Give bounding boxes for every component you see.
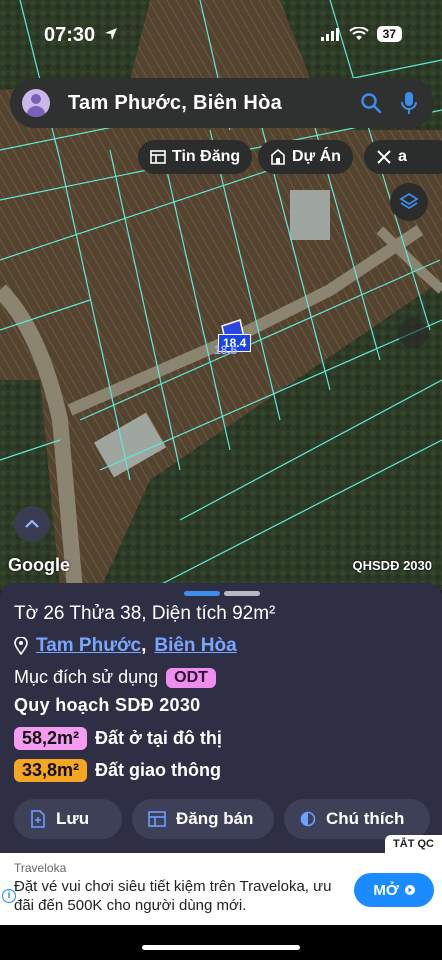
layers-icon	[399, 192, 419, 210]
layers-button[interactable]	[390, 183, 428, 221]
land-use-area-badge: 58,2m²	[14, 727, 88, 750]
parcel-location: Tam Phước, Biên Hòa	[14, 635, 237, 657]
save-label: Lưu	[56, 809, 90, 828]
tools-chip[interactable]: a	[364, 140, 442, 174]
add-file-icon	[31, 810, 45, 828]
location-arrow-icon	[105, 28, 117, 40]
tools-label: a	[398, 148, 407, 165]
close-ad-button[interactable]: TẮT QC	[385, 835, 442, 853]
listing-icon	[148, 811, 166, 827]
building-icon	[271, 149, 285, 165]
du-an-chip[interactable]: Dự Án	[258, 140, 353, 174]
ad-brand: Traveloka	[14, 861, 67, 875]
map-layer-label: QHSDĐ 2030	[352, 558, 432, 573]
du-an-label: Dự Án	[292, 148, 341, 165]
city-link[interactable]: Biên Hòa	[154, 635, 236, 657]
land-use-area-badge: 33,8m²	[14, 759, 88, 782]
listing-icon	[150, 150, 166, 164]
map-view[interactable]: 07:30 37 Tam Phước, Biên Hòa Tin Đăng Dự…	[0, 0, 442, 590]
save-button[interactable]: Lưu	[14, 799, 122, 839]
tin-dang-label: Tin Đăng	[172, 148, 241, 165]
avatar[interactable]	[22, 89, 50, 117]
expand-up-button[interactable]	[14, 506, 50, 542]
ad-banner[interactable]: i Traveloka Đặt vé vui chơi siêu tiết ki…	[0, 853, 442, 925]
legend-button[interactable]: Chú thích	[284, 799, 430, 839]
sheet-handle[interactable]	[184, 591, 260, 597]
google-logo: Google	[8, 555, 70, 575]
ward-link[interactable]: Tam Phước	[36, 635, 141, 656]
signal-icon	[320, 28, 339, 41]
location-separator: ,	[141, 635, 147, 656]
status-icons: 37	[320, 26, 402, 42]
status-bar: 07:30 37	[0, 0, 442, 66]
home-bar-area	[0, 925, 442, 960]
map-pin-icon	[14, 637, 28, 655]
tools-icon	[377, 150, 391, 164]
legend-label: Chú thích	[326, 809, 405, 828]
search-icon[interactable]	[358, 90, 384, 116]
search-query[interactable]: Tam Phước, Biên Hòa	[68, 92, 358, 115]
land-use-label: Đất ở tại đô thị	[95, 728, 222, 748]
plan-title: Quy hoạch SDĐ 2030	[14, 695, 201, 715]
ad-open-label: MỞ	[373, 881, 399, 899]
parcel-info-sheet: Tờ 26 Thửa 38, Diện tích 92m² Tam Phước,…	[0, 583, 442, 853]
status-time: 07:30	[44, 24, 96, 46]
battery-indicator: 37	[376, 26, 402, 42]
home-indicator[interactable]	[142, 945, 300, 950]
purpose-label: Mục đích sử dụng	[14, 667, 159, 687]
parcel-title: Tờ 26 Thửa 38, Diện tích 92m²	[14, 603, 276, 624]
land-use-label: Đất giao thông	[95, 760, 222, 780]
purpose-badge: ODT	[166, 667, 216, 688]
play-icon	[404, 885, 415, 895]
land-use-row: 33,8m² Đất giao thông	[14, 759, 221, 782]
land-use-row: 58,2m² Đất ở tại đô thị	[14, 727, 222, 750]
post-sale-button[interactable]: Đăng bán	[132, 799, 274, 839]
purpose-row: Mục đích sử dụng ODT	[14, 667, 216, 688]
microphone-icon[interactable]	[396, 90, 422, 116]
search-bar[interactable]: Tam Phước, Biên Hòa	[10, 78, 434, 128]
chevron-up-icon	[25, 519, 39, 528]
ad-text: Đặt vé vui chơi siêu tiết kiệm trên Trav…	[14, 878, 332, 914]
locate-button[interactable]	[398, 318, 428, 348]
plot-label-secondary: 18.6	[214, 343, 238, 357]
contrast-icon	[300, 811, 316, 827]
post-sale-label: Đăng bán	[176, 809, 254, 828]
wifi-icon	[348, 27, 369, 40]
ad-open-button[interactable]: MỞ	[354, 873, 434, 907]
tin-dang-chip[interactable]: Tin Đăng	[138, 140, 253, 174]
